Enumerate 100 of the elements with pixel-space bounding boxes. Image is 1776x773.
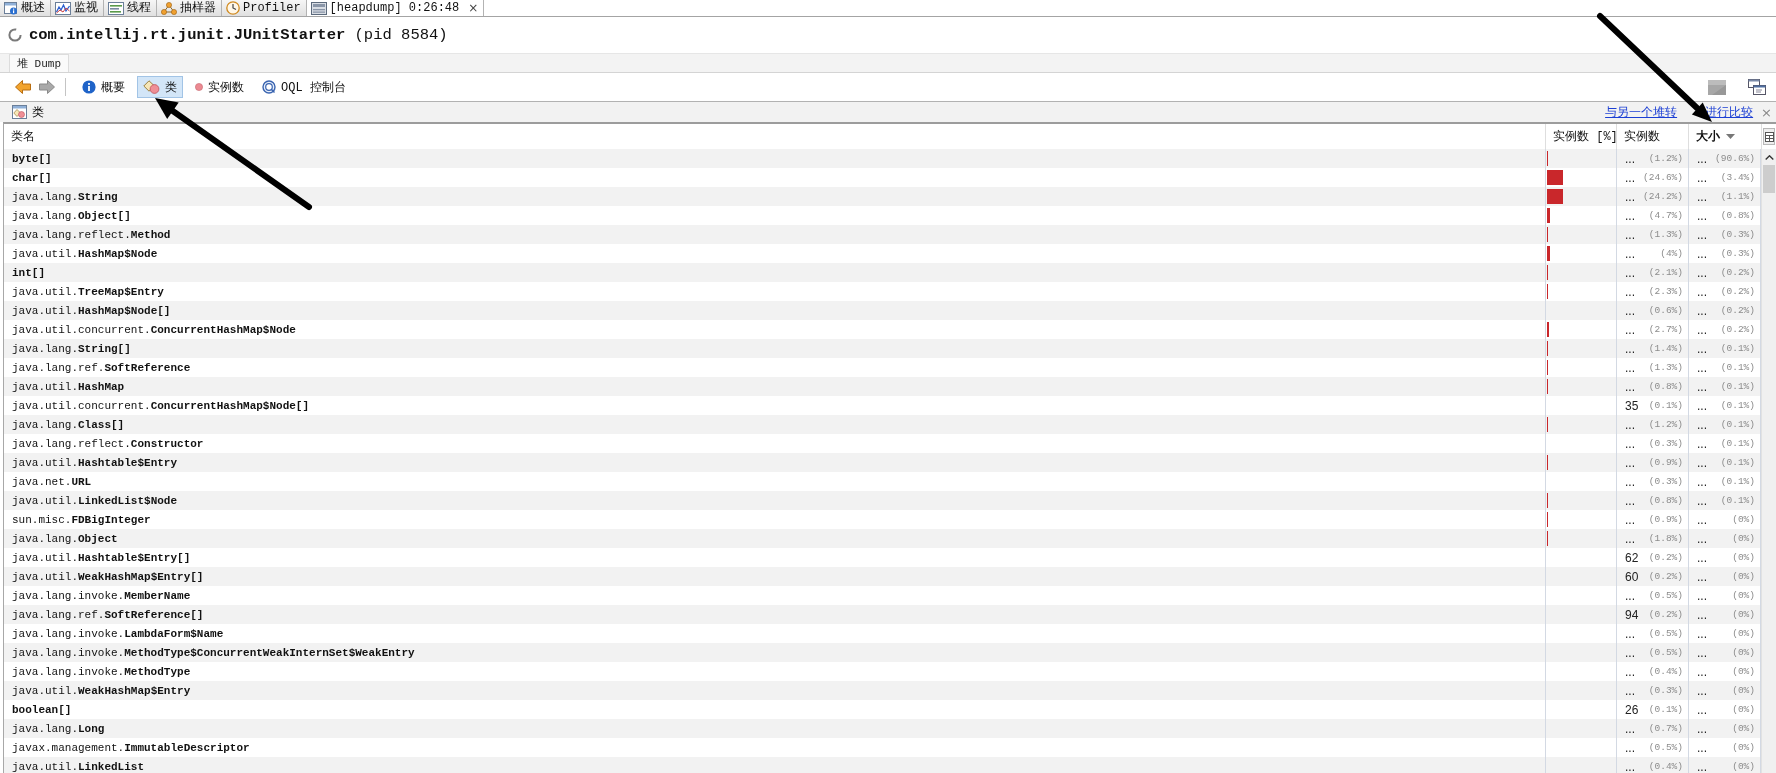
size-value: ... <box>1697 246 1707 261</box>
scrollbar[interactable] <box>1761 149 1776 773</box>
window-icon <box>1748 79 1766 95</box>
size-value: ... <box>1697 379 1707 394</box>
instance-count: ... <box>1625 170 1635 185</box>
class-name-cell-text: java.lang.Object <box>11 531 119 547</box>
instance-count: 35 <box>1625 398 1639 413</box>
clock-icon <box>226 1 240 15</box>
table-row[interactable]: java.util.LinkedList$Node ... (0.8%) ... (0.1%) <box>4 491 1761 510</box>
scroll-up-icon <box>1764 155 1774 160</box>
table-row[interactable]: java.util.HashMap ... (0.8%) ... (0.1%) <box>4 377 1761 396</box>
instance-count: ... <box>1625 360 1635 375</box>
back-button[interactable] <box>12 77 33 97</box>
size-percent: (0.2%) <box>1720 267 1755 278</box>
tab[interactable]: Profiler <box>222 0 307 16</box>
instance-count: ... <box>1625 474 1635 489</box>
size-percent: (0.1%) <box>1720 362 1755 373</box>
instance-count: ... <box>1625 151 1635 166</box>
instance-count: ... <box>1625 303 1635 318</box>
class-name-cell-text: java.util.HashMap$Node[] <box>11 303 172 319</box>
class-name-cell-text: char[] <box>11 170 53 186</box>
tab[interactable]: 监视 <box>51 0 104 16</box>
table-row[interactable]: java.lang.String ... (24.2%) ... (1.1%) <box>4 187 1761 206</box>
instance-percent: (0.8%) <box>1648 495 1683 506</box>
class-name-cell-text: int[] <box>11 265 46 281</box>
tab[interactable]: 线程 <box>104 0 157 16</box>
table-row[interactable]: java.lang.reflect.Method ... (1.3%) ... (0.3%) <box>4 225 1761 244</box>
size-percent: (3.4%) <box>1720 172 1755 183</box>
instance-percent: (2.7%) <box>1648 324 1683 335</box>
table-row[interactable]: java.util.WeakHashMap$Entry ... (0.3%) ... (0%) <box>4 681 1761 700</box>
compare-link[interactable]: 与另一个堆转 <box>1605 103 1678 121</box>
square-icon <box>1708 79 1726 95</box>
instance-count: 62 <box>1625 550 1639 565</box>
instances-button[interactable]: 实例数 <box>189 76 250 98</box>
size-percent: (0%) <box>1732 590 1755 601</box>
left-arrow-icon <box>14 80 31 94</box>
table-row[interactable]: java.lang.Long ... (0.7%) ... (0%) <box>4 719 1761 738</box>
instance-percent: (1.3%) <box>1648 229 1683 240</box>
size-value: ... <box>1697 189 1707 204</box>
class-name-cell-text: java.lang.reflect.Method <box>11 227 172 243</box>
size-percent: (0.1%) <box>1720 400 1755 411</box>
instance-percent: (0.5%) <box>1648 742 1683 753</box>
tab[interactable]: 概述 <box>0 0 51 16</box>
table-row[interactable]: java.util.LinkedList ... (0.4%) ... (0%) <box>4 757 1761 773</box>
scrollbar-thumb[interactable] <box>1763 165 1775 193</box>
table-row[interactable]: java.lang.Class[] ... (1.2%) ... (0.1%) <box>4 415 1761 434</box>
class-name-cell-text: java.lang.Long <box>11 721 106 737</box>
class-name-cell-text: java.util.WeakHashMap$Entry <box>11 683 192 699</box>
table-row[interactable]: java.util.HashMap$Node[] ... (0.6%) ... (0.2%) <box>4 301 1761 320</box>
columns-button[interactable] <box>1763 128 1775 145</box>
size-value: ... <box>1697 322 1707 337</box>
tab[interactable]: 堆 Dump <box>9 54 69 72</box>
table-row[interactable]: java.lang.ref.SoftReference[] 94 (0.2%) ... (0%) <box>4 605 1761 624</box>
table-row[interactable]: java.lang.String[] ... (1.4%) ... (0.1%) <box>4 339 1761 358</box>
class-name-cell-text: java.util.concurrent.ConcurrentHashMap$Node[] <box>11 398 311 414</box>
class-name-cell-text: java.lang.Class[] <box>11 417 126 433</box>
instance-count: ... <box>1625 284 1635 299</box>
shapes-window-icon <box>12 105 27 119</box>
instance-count: ... <box>1625 189 1635 204</box>
table-row[interactable]: java.lang.Object ... (1.8%) ... (0%) <box>4 529 1761 548</box>
oql-console-button[interactable]: OQL 控制台 <box>256 76 352 98</box>
table-row[interactable]: byte[] ... (1.2%) ... (90.6%) <box>4 149 1761 168</box>
size-percent: (0%) <box>1732 571 1755 582</box>
instance-count: 94 <box>1625 607 1639 622</box>
table-row[interactable]: java.lang.invoke.MethodType$ConcurrentWeakInternSet$WeakEntry ... (0.5%) ... (0%) <box>4 643 1761 662</box>
class-name-cell-text: java.util.HashMap$Node <box>11 246 159 262</box>
instance-count: ... <box>1625 512 1635 527</box>
size-percent: (0%) <box>1732 514 1755 525</box>
size-percent: (0%) <box>1732 609 1755 620</box>
tab[interactable]: 抽样器 <box>157 0 222 16</box>
table-row[interactable]: int[] ... (2.1%) ... (0.2%) <box>4 263 1761 282</box>
instance-percent: (0.1%) <box>1648 704 1683 715</box>
size-value: ... <box>1697 683 1707 698</box>
size-value: ... <box>1697 588 1707 603</box>
nodes-icon <box>161 1 177 15</box>
class-name-cell-text: java.lang.invoke.MethodType$ConcurrentWeakInternSet$WeakEntry <box>11 645 416 661</box>
table-row[interactable]: java.util.WeakHashMap$Entry[] 60 (0.2%) ... (0%) <box>4 567 1761 586</box>
classes-button[interactable]: 类 <box>137 76 183 98</box>
class-name-cell-text: java.util.HashMap <box>11 379 126 395</box>
class-name-cell-text: java.lang.ref.SoftReference <box>11 360 192 376</box>
size-percent: (0.1%) <box>1720 476 1755 487</box>
size-percent: (0.1%) <box>1720 457 1755 468</box>
toolbar-button[interactable] <box>1748 79 1766 95</box>
instance-percent: (2.3%) <box>1648 286 1683 297</box>
size-percent: (0%) <box>1732 742 1755 753</box>
instance-percent: (0.3%) <box>1648 685 1683 696</box>
table-row[interactable]: java.util.Hashtable$Entry ... (0.9%) ... (0.1%) <box>4 453 1761 472</box>
size-percent: (0%) <box>1732 552 1755 563</box>
size-value: ... <box>1697 474 1707 489</box>
instance-count: ... <box>1625 721 1635 736</box>
size-value: ... <box>1697 664 1707 679</box>
instance-count: ... <box>1625 208 1635 223</box>
close-tab-button[interactable]: × <box>468 1 479 15</box>
instance-count: ... <box>1625 417 1635 432</box>
instance-percent: (1.3%) <box>1648 362 1683 373</box>
class-name-cell-text: java.lang.invoke.LambdaForm$Name <box>11 626 225 642</box>
document-info-icon <box>4 1 18 15</box>
instance-count: ... <box>1625 740 1635 755</box>
summary-button[interactable]: 概要 <box>76 76 131 98</box>
instance-percent: (2.1%) <box>1648 267 1683 278</box>
